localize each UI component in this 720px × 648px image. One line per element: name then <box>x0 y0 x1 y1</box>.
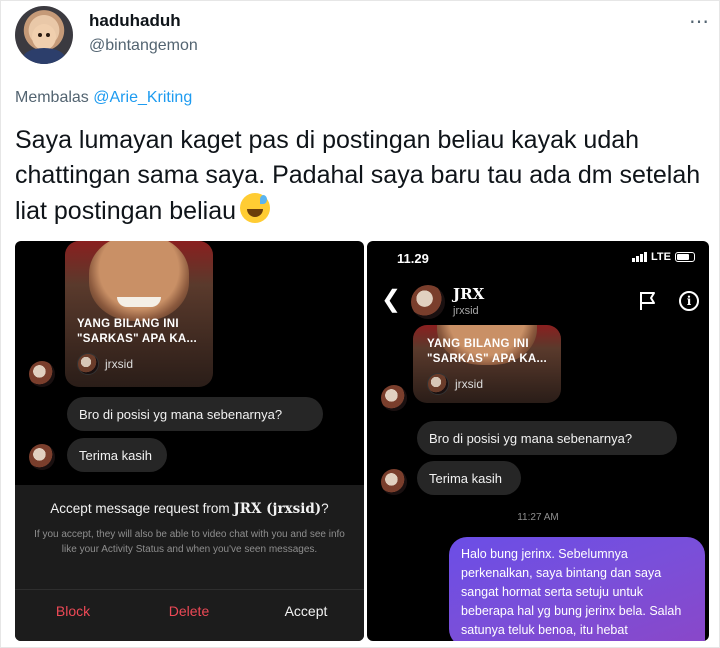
reply-prefix: Membalas <box>15 89 89 106</box>
outgoing-message-bubble: Halo bung jerinx. Sebelumnya perkenalkan… <box>449 537 705 641</box>
message-text: Terima kasih <box>79 447 152 463</box>
reply-mention-link[interactable]: @Arie_Kriting <box>93 89 192 106</box>
avatar-shirt <box>23 48 65 64</box>
story-face <box>89 241 189 321</box>
reply-context: Membalas @Arie_Kriting <box>15 89 192 107</box>
network-label: LTE <box>651 251 671 263</box>
back-arrow-icon[interactable]: ❮ <box>381 288 401 312</box>
chat-header-name[interactable]: JRX <box>453 285 484 303</box>
request-title-name: JRX (jrxsid) <box>233 501 322 517</box>
shared-story-card[interactable]: YANG BILANG INI "SARKAS" APA KA... jrxsi… <box>65 241 213 387</box>
block-button[interactable]: Block <box>15 603 131 619</box>
avatar-eye <box>38 33 42 37</box>
message-text: Bro di posisi yg mana sebenarnya? <box>79 406 283 422</box>
delete-button[interactable]: Delete <box>131 603 247 619</box>
media-image-left[interactable]: YANG BILANG INI "SARKAS" APA KA... jrxsi… <box>15 241 364 641</box>
sender-avatar[interactable] <box>29 361 55 387</box>
request-title-suffix: ? <box>321 501 329 516</box>
story-owner: jrxsid <box>77 353 133 375</box>
story-owner: jrxsid <box>427 373 483 395</box>
outgoing-message-text: Halo bung jerinx. Sebelumnya perkenalkan… <box>461 547 682 637</box>
request-divider <box>15 589 364 590</box>
message-bubble: Bro di posisi yg mana sebenarnya? <box>417 421 677 455</box>
status-bar-indicators: LTE <box>632 251 695 263</box>
message-timestamp: 11:27 AM <box>517 512 559 523</box>
sender-avatar[interactable] <box>381 385 407 411</box>
message-bubble: Bro di posisi yg mana sebenarnya? <box>67 397 323 431</box>
avatar-face <box>32 24 56 50</box>
message-bubble: Terima kasih <box>67 438 167 472</box>
tweet-card: haduhaduh @bintangemon ⋯ Membalas @Arie_… <box>0 0 720 648</box>
info-icon[interactable]: i <box>679 291 699 311</box>
request-title-prefix: Accept message request from <box>50 501 234 516</box>
story-caption-line1: YANG BILANG INI <box>427 338 529 350</box>
story-owner-avatar <box>427 373 449 395</box>
status-bar-time: 11.29 <box>397 251 429 266</box>
story-owner-avatar <box>77 353 99 375</box>
story-owner-name: jrxsid <box>455 377 484 391</box>
tweet-text: Saya lumayan kaget pas di postingan beli… <box>15 123 705 229</box>
signal-icon <box>632 252 648 262</box>
chat-header-username: jrxsid <box>453 305 479 317</box>
story-caption-line2: "SARKAS" APA KA... <box>77 333 198 345</box>
request-description: If you accept, they will also be able to… <box>34 529 345 555</box>
sweat-smile-emoji-icon <box>240 193 270 223</box>
display-name[interactable]: haduhaduh <box>89 11 181 31</box>
story-caption-line2: "SARKAS" APA KA... <box>427 353 548 365</box>
message-request-panel: Accept message request from JRX (jrxsid)… <box>15 485 364 641</box>
message-text: Terima kasih <box>429 470 502 486</box>
shared-story-card[interactable]: YANG BILANG INI "SARKAS" APA KA... jrxsi… <box>413 325 561 403</box>
avatar-eye <box>46 33 50 37</box>
story-caption-line1: YANG BILANG INI <box>77 318 179 330</box>
accept-button[interactable]: Accept <box>248 603 364 619</box>
media-image-right[interactable]: 11.29 LTE ❮ JRX jrxsid i YANG BILANG INI… <box>367 241 709 641</box>
message-text: Bro di posisi yg mana sebenarnya? <box>429 430 633 446</box>
story-caption: YANG BILANG INI "SARKAS" APA KA... <box>427 337 547 367</box>
chat-header-avatar[interactable] <box>411 285 445 319</box>
story-smile <box>117 297 161 307</box>
user-avatar[interactable] <box>15 6 73 64</box>
sender-avatar[interactable] <box>381 469 407 495</box>
more-icon[interactable]: ⋯ <box>689 9 710 34</box>
request-title: Accept message request from JRX (jrxsid)… <box>15 501 364 517</box>
story-owner-name: jrxsid <box>105 357 134 371</box>
story-caption: YANG BILANG INI "SARKAS" APA KA... <box>77 317 197 347</box>
sender-avatar[interactable] <box>29 444 55 470</box>
tweet-body: Saya lumayan kaget pas di postingan beli… <box>15 126 701 225</box>
battery-icon <box>675 252 695 262</box>
user-handle[interactable]: @bintangemon <box>89 37 198 55</box>
flag-icon[interactable] <box>639 291 657 311</box>
message-bubble: Terima kasih <box>417 461 521 495</box>
